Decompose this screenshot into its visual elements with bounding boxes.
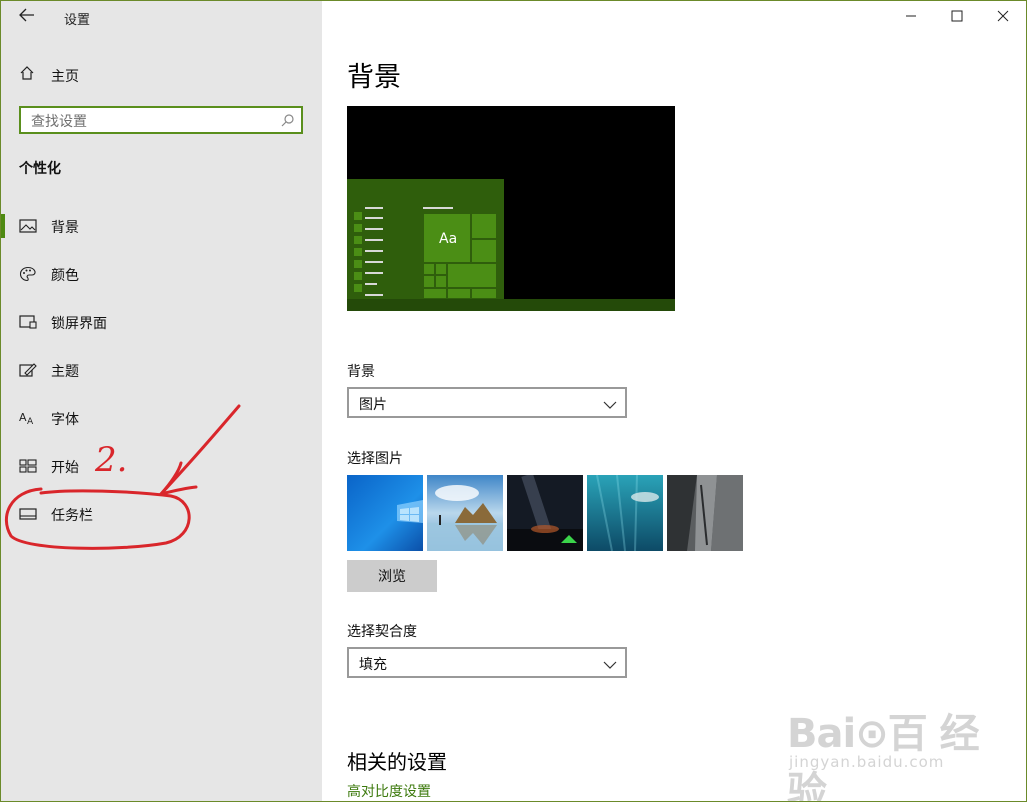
related-settings-title: 相关的设置: [347, 750, 447, 774]
lock-screen-icon: [19, 314, 37, 330]
minimize-button[interactable]: [888, 5, 934, 31]
sidebar-item-label: 开始: [51, 460, 79, 476]
sidebar-item-label: 颜色: [51, 268, 79, 284]
search-input[interactable]: [29, 111, 273, 133]
picture-thumbnail-windows[interactable]: [347, 475, 423, 551]
sidebar-item-label: 字体: [51, 412, 79, 428]
home-nav-item[interactable]: 主页: [1, 61, 322, 89]
sidebar-item-label: 背景: [51, 220, 79, 236]
maximize-button[interactable]: [934, 5, 980, 31]
picture-thumbnail-underwater[interactable]: [587, 475, 663, 551]
browse-button[interactable]: 浏览: [347, 560, 437, 592]
svg-text:A: A: [27, 417, 34, 426]
preview-taskbar: [347, 299, 675, 311]
svg-text:A: A: [19, 411, 27, 424]
sidebar-item-taskbar[interactable]: 任务栏: [1, 494, 322, 534]
section-title: 个性化: [19, 161, 61, 177]
background-preview: Aa: [347, 106, 675, 311]
settings-window: 设置 主页 个性化 背景 颜色: [0, 0, 1027, 802]
fit-dropdown-value: 填充: [359, 657, 387, 673]
start-icon: [19, 458, 37, 474]
background-dropdown[interactable]: 图片: [347, 387, 627, 418]
sidebar-item-label: 任务栏: [51, 508, 93, 524]
fit-label: 选择契合度: [347, 624, 417, 640]
picture-thumbnail-night-sky[interactable]: [507, 475, 583, 551]
sidebar-item-themes[interactable]: 主题: [1, 350, 322, 390]
palette-icon: [19, 266, 37, 282]
fit-dropdown[interactable]: 填充: [347, 647, 627, 678]
sidebar-item-start[interactable]: 开始: [1, 446, 322, 486]
picture-thumbnail-rock[interactable]: [667, 475, 743, 551]
taskbar-icon: [19, 506, 37, 522]
close-button[interactable]: [980, 5, 1026, 31]
watermark-logo: Bai⊙百 经验: [787, 711, 980, 802]
background-dropdown-value: 图片: [359, 397, 387, 413]
home-icon: [19, 65, 37, 83]
sidebar-item-fonts[interactable]: AA 字体: [1, 398, 322, 438]
search-icon[interactable]: [281, 112, 295, 127]
picture-icon: [19, 218, 37, 234]
sidebar: 设置 主页 个性化 背景 颜色: [1, 1, 322, 801]
picture-thumbnail-beach[interactable]: [427, 475, 503, 551]
home-label: 主页: [51, 69, 79, 85]
baidu-watermark: Bai⊙百 经验 jingyan.baidu.com: [787, 691, 987, 801]
sidebar-item-lock-screen[interactable]: 锁屏界面: [1, 302, 322, 342]
chevron-down-icon: [603, 656, 617, 669]
window-title: 设置: [64, 13, 91, 28]
preview-tile-text: Aa: [439, 231, 458, 247]
back-arrow-icon[interactable]: [15, 7, 39, 27]
sidebar-item-background[interactable]: 背景: [1, 206, 322, 246]
search-box[interactable]: [19, 106, 303, 134]
active-indicator: [1, 214, 5, 238]
choose-picture-label: 选择图片: [347, 451, 403, 467]
sidebar-item-label: 锁屏界面: [51, 316, 107, 332]
sidebar-item-colors[interactable]: 颜色: [1, 254, 322, 294]
theme-icon: [19, 362, 37, 378]
font-icon: AA: [19, 410, 37, 427]
watermark-url: jingyan.baidu.com: [789, 753, 945, 771]
chevron-down-icon: [603, 396, 617, 409]
titlebar: 设置: [1, 1, 322, 33]
background-label: 背景: [347, 364, 375, 380]
sidebar-item-label: 主题: [51, 364, 79, 380]
high-contrast-link[interactable]: 高对比度设置: [347, 781, 431, 801]
page-title: 背景: [347, 62, 401, 93]
